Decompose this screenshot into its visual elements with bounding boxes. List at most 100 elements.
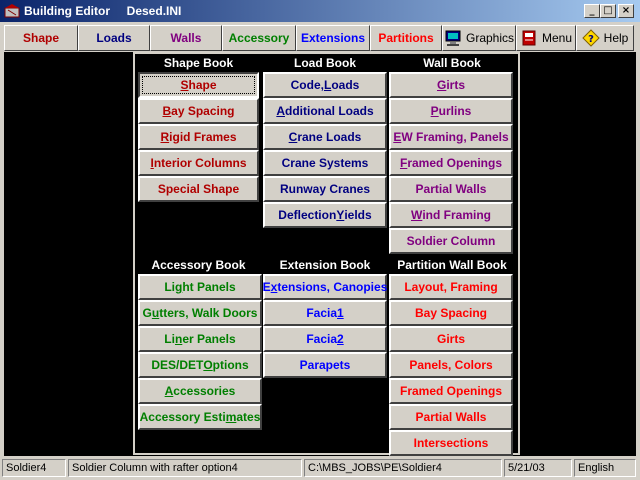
item-label-post: ramed Openings (407, 156, 503, 170)
item-label-pre: Girts (436, 332, 465, 346)
item-label-accelerator: G (436, 78, 447, 92)
item-label-post: dditional Loads (285, 104, 374, 118)
item-label-accelerator: B (162, 104, 172, 118)
item-label-pre: Crane Systems (281, 156, 369, 170)
minimize-button[interactable]: _ (584, 4, 600, 18)
status-bar: Soldier4 Soldier Column with rafter opti… (0, 458, 640, 480)
item-label-pre: Li (164, 332, 175, 346)
shape-book-item[interactable]: Shape (138, 72, 259, 98)
item-label-accelerator: 2 (337, 332, 344, 346)
building-editor-app-icon (4, 4, 20, 18)
load-book-item[interactable]: Crane Systems (263, 150, 387, 176)
item-label-accelerator: A (164, 384, 174, 398)
item-label-post: ccessories (173, 384, 236, 398)
accessory-book-item[interactable]: DES/DET Options (138, 352, 262, 378)
load-book-item[interactable]: Deflection Yields (263, 202, 387, 228)
partition-book-item[interactable]: Panels, Colors (389, 352, 513, 378)
help-button[interactable]: ? Help (576, 25, 634, 51)
item-label-pre: Accessory Esti (139, 410, 226, 424)
item-label-accelerator: E (393, 130, 402, 144)
tab-extensions[interactable]: Extensions (296, 25, 370, 51)
load-book-item[interactable]: Additional Loads (263, 98, 387, 124)
tab-walls[interactable]: Walls (150, 25, 222, 51)
status-path: C:\MBS_JOBS\PE\Soldier4 (304, 459, 502, 477)
item-label-post: igid Frames (169, 130, 237, 144)
wall-book-item[interactable]: Soldier Column (389, 228, 513, 254)
extension-book-item[interactable]: Facia 1 (263, 300, 387, 326)
extension-book-item[interactable]: Parapets (263, 352, 387, 378)
accessory-book-item[interactable]: Li g ht Panels (138, 274, 262, 300)
item-label-pre: Partial Walls (415, 182, 487, 196)
wall-book-item[interactable]: Girts (389, 72, 513, 98)
accessory-book-item[interactable]: Li n er Panels (138, 326, 262, 352)
shape-book-item[interactable]: Rigid Frames (138, 124, 259, 150)
load-book-item[interactable]: Code, Loads (263, 72, 387, 98)
tab-loads[interactable]: Loads (78, 25, 150, 51)
item-label-accelerator: x (270, 280, 278, 294)
load-book-item[interactable]: Runway Cranes (263, 176, 387, 202)
tab-accessory[interactable]: Accessory (222, 25, 296, 51)
load-book-item[interactable]: Crane Loads (263, 124, 387, 150)
main-toolbar: Shape Loads Walls Accessory Extensions P… (0, 22, 640, 52)
status-date: 5/21/03 (504, 459, 572, 477)
wall-book-title: Wall Book (423, 56, 481, 70)
item-label-accelerator: R (160, 130, 170, 144)
partition-book-item[interactable]: Bay Spacing (389, 300, 513, 326)
load-book-title: Load Book (294, 56, 356, 70)
menu-button[interactable]: Menu (516, 25, 576, 51)
shape-book-item[interactable]: Interior Columns (138, 150, 259, 176)
book-panel: Shape Book Load Book Wall Book Accessory… (133, 52, 520, 456)
close-button[interactable]: × (618, 4, 634, 18)
item-label-post: nterior Columns (153, 156, 247, 170)
wall-book-item[interactable]: EW Framing, Panels (389, 124, 513, 150)
item-label-pre: Facia (306, 306, 337, 320)
accessory-book-item[interactable]: Gu tters, Walk Doors (138, 300, 262, 326)
tab-shape[interactable]: Shape (4, 25, 78, 51)
item-label-pre: Bay Spacing (414, 306, 488, 320)
extension-book-item[interactable]: Facia 2 (263, 326, 387, 352)
status-job-name: Soldier4 (2, 459, 66, 477)
item-label-accelerator: W (411, 208, 423, 222)
partition-book-item[interactable]: Layout, Framing (389, 274, 513, 300)
wall-book-item[interactable]: Partial Walls (389, 176, 513, 202)
accessory-book-item[interactable]: Accessory Esti m ates (138, 404, 262, 430)
monitor-icon (445, 30, 461, 46)
wall-book-item[interactable]: Framed Openings (389, 150, 513, 176)
item-label-accelerator: P (430, 104, 439, 118)
item-label-post: ates (236, 410, 261, 424)
status-units: English (574, 459, 636, 477)
partition-book-item[interactable]: Partial Walls (389, 404, 513, 430)
accessory-book-item[interactable]: Accessories (138, 378, 262, 404)
item-label-pre: Partial Walls (415, 410, 487, 424)
item-label-post: ay Spacing (171, 104, 235, 118)
shape-book-item[interactable]: Special Shape (138, 176, 259, 202)
item-label-accelerator: m (225, 410, 237, 424)
partition-book-title: Partition Wall Book (397, 258, 507, 272)
tab-partitions[interactable]: Partitions (370, 25, 442, 51)
item-label-post: rane Loads (297, 130, 362, 144)
partition-book-item[interactable]: Girts (389, 326, 513, 352)
wall-book-item[interactable]: Purlins (389, 98, 513, 124)
shape-book-item[interactable]: Bay Spacing (138, 98, 259, 124)
item-label-pre: Runway Cranes (279, 182, 371, 196)
extension-book-title: Extension Book (279, 258, 371, 272)
partition-book-item[interactable]: Framed Openings (389, 378, 513, 404)
item-label-pre: Facia (306, 332, 337, 346)
graphics-button[interactable]: Graphics (442, 25, 516, 51)
title-bar[interactable]: Building Editor Desed.INI _ □ × (0, 0, 640, 22)
item-label-pre: Layout, Framing (404, 280, 498, 294)
item-label-pre: Soldier Column (406, 234, 496, 248)
item-label-accelerator: S (180, 78, 189, 92)
item-label-post: ht Panels (182, 280, 236, 294)
item-label-accelerator: Y (336, 208, 345, 222)
extension-book-item[interactable]: Ex tensions, Canopies (263, 274, 387, 300)
partition-book-item[interactable]: Intersections (389, 430, 513, 456)
item-label-pre: E (262, 280, 271, 294)
wall-book-item[interactable]: Wind Framing (389, 202, 513, 228)
maximize-button[interactable]: □ (600, 4, 616, 18)
item-label-pre: DES/DET (151, 358, 204, 372)
item-label-post: ields (344, 208, 372, 222)
item-label-pre: Panels, Colors (409, 358, 493, 372)
shape-book-title: Shape Book (163, 56, 234, 70)
item-label-post: er Panels (182, 332, 236, 346)
